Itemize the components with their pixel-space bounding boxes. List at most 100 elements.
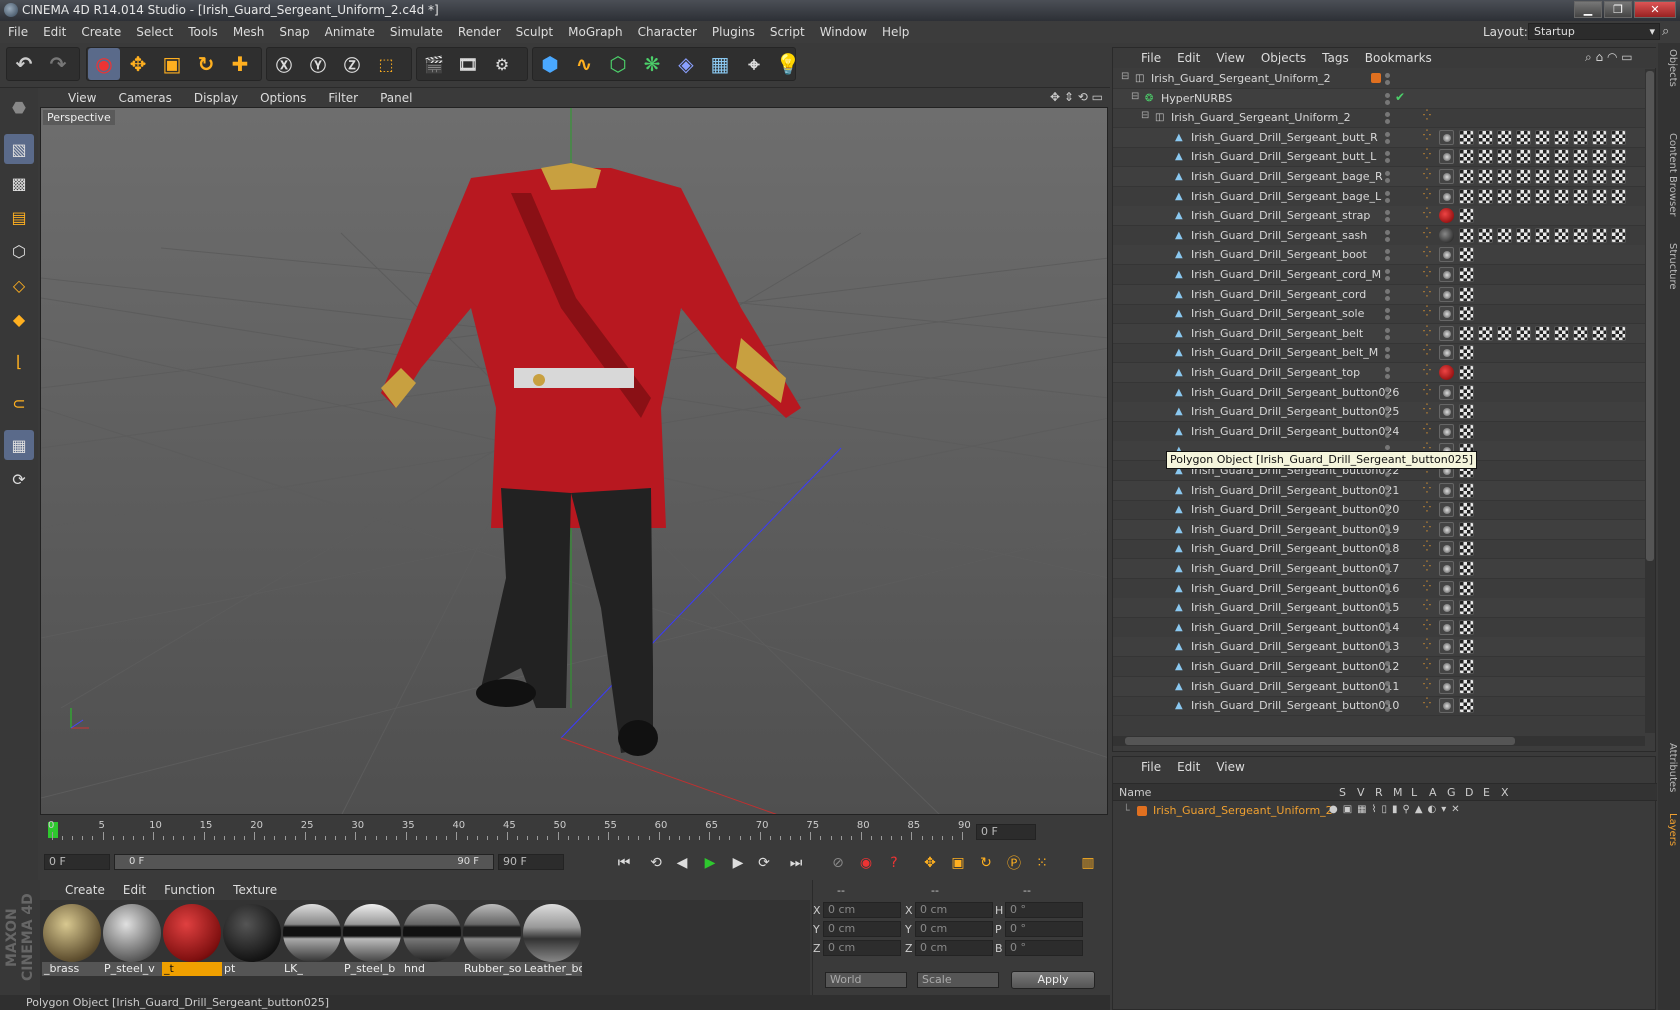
object-name[interactable]: Irish_Guard_Drill_Sergeant_bage_R [1191, 170, 1383, 183]
object-name[interactable]: Irish_Guard_Drill_Sergeant_button021 [1191, 484, 1399, 497]
coord-value-field[interactable]: 0 ° [1005, 902, 1083, 918]
texture-tag-icon[interactable] [1573, 227, 1588, 243]
object-name[interactable]: Irish_Guard_Drill_Sergeant_cord [1191, 288, 1366, 301]
points-mode-icon[interactable]: ⬡ [4, 236, 34, 266]
axis-mode-icon[interactable]: ⌊ [4, 346, 34, 376]
texture-tag-icon[interactable] [1554, 188, 1569, 204]
material-swatch[interactable]: Rubber_so [462, 904, 522, 978]
edges-mode-icon[interactable]: ◇ [4, 270, 34, 300]
expand-toggle-icon[interactable]: ⊟ [1131, 91, 1139, 102]
texture-tag-icon[interactable] [1459, 306, 1474, 322]
material-swatch[interactable]: _t [162, 904, 222, 978]
key-rotation-icon[interactable]: ↻ [974, 851, 998, 875]
render-picture-viewer-icon[interactable]: 🎞 [452, 48, 484, 80]
texture-tag-icon[interactable] [1478, 169, 1493, 184]
visibility-dots-icon[interactable] [1385, 406, 1391, 419]
layer-name[interactable]: Irish_Guard_Sergeant_Uniform_2 [1153, 804, 1333, 817]
visibility-dots-icon[interactable] [1385, 425, 1391, 438]
material-tag-icon[interactable] [1439, 639, 1454, 655]
texture-tag-icon[interactable] [1459, 521, 1474, 537]
object-name[interactable]: Irish_Guard_Drill_Sergeant_button026 [1191, 386, 1399, 399]
phong-tag-icon[interactable]: ⁛ [1423, 267, 1435, 281]
key-parameter-icon[interactable]: Ⓟ [1002, 851, 1026, 875]
object-name[interactable]: Irish_Guard_Drill_Sergeant_sash [1191, 229, 1367, 242]
material-swatch[interactable]: Leather_bo [522, 904, 582, 978]
texture-tag-icon[interactable] [1535, 227, 1550, 243]
texture-tag-icon[interactable] [1497, 188, 1512, 204]
material-tag-icon[interactable] [1439, 188, 1454, 204]
enabled-check-icon[interactable]: ✔ [1395, 90, 1405, 104]
visibility-dots-icon[interactable] [1385, 288, 1391, 301]
object-row[interactable]: ⊟ ◫ Irish_Guard_Sergeant_Uniform_2 [1113, 69, 1645, 89]
material-label[interactable]: P_steel_v [102, 962, 162, 976]
material-swatch[interactable]: _brass [42, 904, 102, 978]
material-tag-icon[interactable] [1439, 541, 1454, 557]
object-name[interactable]: Irish_Guard_Drill_Sergeant_button015 [1191, 601, 1399, 614]
texture-tag-icon[interactable] [1459, 384, 1474, 400]
move-tool-icon[interactable]: ✥ [122, 48, 154, 80]
record-keys-icon[interactable]: ⊘ [826, 851, 850, 875]
material-label[interactable]: LK_ [282, 962, 342, 976]
texture-tag-icon[interactable] [1497, 129, 1512, 145]
layer-color-icon[interactable] [1371, 73, 1381, 83]
phong-tag-icon[interactable]: ⁛ [1423, 287, 1435, 301]
create-tool-icon[interactable]: ✚ [224, 48, 256, 80]
z-axis-lock-icon[interactable]: Ⓩ [336, 48, 368, 80]
menu-tools[interactable]: Tools [188, 25, 218, 39]
material-tag-icon[interactable] [1439, 678, 1454, 694]
texture-tag-icon[interactable] [1459, 188, 1474, 204]
texture-tag-icon[interactable] [1459, 365, 1474, 380]
object-row[interactable]: ▲ Irish_Guard_Drill_Sergeant_button016 ⁛ [1113, 579, 1645, 599]
object-row[interactable]: ▲ Irish_Guard_Drill_Sergeant_button021 ⁛ [1113, 480, 1645, 501]
material-tag-icon[interactable] [1439, 521, 1454, 537]
layer-column-header[interactable]: X [1501, 786, 1509, 799]
texture-tag-icon[interactable] [1478, 129, 1493, 145]
frame-range-slider[interactable]: 0 F 90 F [114, 854, 494, 870]
material-tag-icon[interactable] [1439, 345, 1454, 361]
texture-tag-icon[interactable] [1516, 169, 1531, 184]
object-row[interactable]: ▲ Irish_Guard_Drill_Sergeant_button014 ⁛ [1113, 618, 1645, 638]
object-menu-bookmarks[interactable]: Bookmarks [1365, 51, 1432, 65]
object-row[interactable]: ▲ Irish_Guard_Drill_Sergeant_bage_R ⁛ [1113, 167, 1645, 187]
key-position-icon[interactable]: ✥ [918, 851, 942, 875]
perspective-viewport[interactable]: Perspective [40, 107, 1108, 815]
texture-tag-icon[interactable] [1459, 208, 1474, 224]
texture-tag-icon[interactable] [1459, 698, 1474, 714]
texture-tag-icon[interactable] [1459, 639, 1474, 655]
texture-tag-icon[interactable] [1459, 267, 1474, 282]
object-row[interactable]: ▲ Irish_Guard_Drill_Sergeant_button026 ⁛ [1113, 383, 1645, 403]
next-frame-icon[interactable]: ▶ [726, 851, 750, 875]
texture-tag-icon[interactable] [1459, 678, 1474, 694]
object-name[interactable]: Irish_Guard_Drill_Sergeant_cord_M [1191, 268, 1381, 281]
material-tag-icon[interactable] [1439, 619, 1454, 635]
texture-tag-icon[interactable] [1459, 404, 1474, 420]
side-tab-content-browser[interactable]: Content Browser [1660, 133, 1678, 216]
visibility-dots-icon[interactable] [1385, 700, 1391, 713]
layer-column-header[interactable]: R [1375, 786, 1383, 799]
light-icon[interactable]: 💡 [772, 48, 804, 80]
phong-tag-icon[interactable]: ⁛ [1423, 561, 1435, 575]
phong-tag-icon[interactable]: ⁛ [1423, 581, 1435, 595]
object-name[interactable]: Irish_Guard_Drill_Sergeant_button013 [1191, 640, 1399, 653]
texture-tag-icon[interactable] [1592, 325, 1607, 341]
phong-tag-icon[interactable]: ⁛ [1423, 169, 1435, 183]
timeline-ruler[interactable]: 0 5 10 15 20 25 30 35 40 45 50 55 60 65 70 75 80 85 90 0 F [40, 818, 1108, 844]
previous-key-icon[interactable]: ⟲ [644, 851, 668, 875]
object-row[interactable]: ▲ Irish_Guard_Drill_Sergeant_butt_L ⁛ [1113, 147, 1645, 168]
texture-tag-icon[interactable] [1516, 227, 1531, 243]
menu-character[interactable]: Character [638, 25, 697, 39]
visibility-dots-icon[interactable] [1385, 327, 1391, 340]
phong-tag-icon[interactable]: ⁛ [1423, 326, 1435, 340]
texture-tag-icon[interactable] [1459, 580, 1474, 596]
object-menu-tags[interactable]: Tags [1322, 51, 1349, 65]
menu-mesh[interactable]: Mesh [233, 25, 265, 39]
texture-tag-icon[interactable] [1554, 169, 1569, 184]
phong-tag-icon[interactable]: ⁛ [1423, 247, 1435, 261]
coord-mode-select[interactable]: Scale [917, 972, 999, 988]
texture-tag-icon[interactable] [1554, 325, 1569, 341]
material-swatch[interactable]: P_steel_b [342, 904, 402, 978]
texture-tag-icon[interactable] [1592, 227, 1607, 243]
phong-tag-icon[interactable]: ⁛ [1423, 698, 1435, 712]
texture-tag-icon[interactable] [1478, 188, 1493, 204]
keyframe-selection-icon[interactable]: ? [882, 851, 906, 875]
